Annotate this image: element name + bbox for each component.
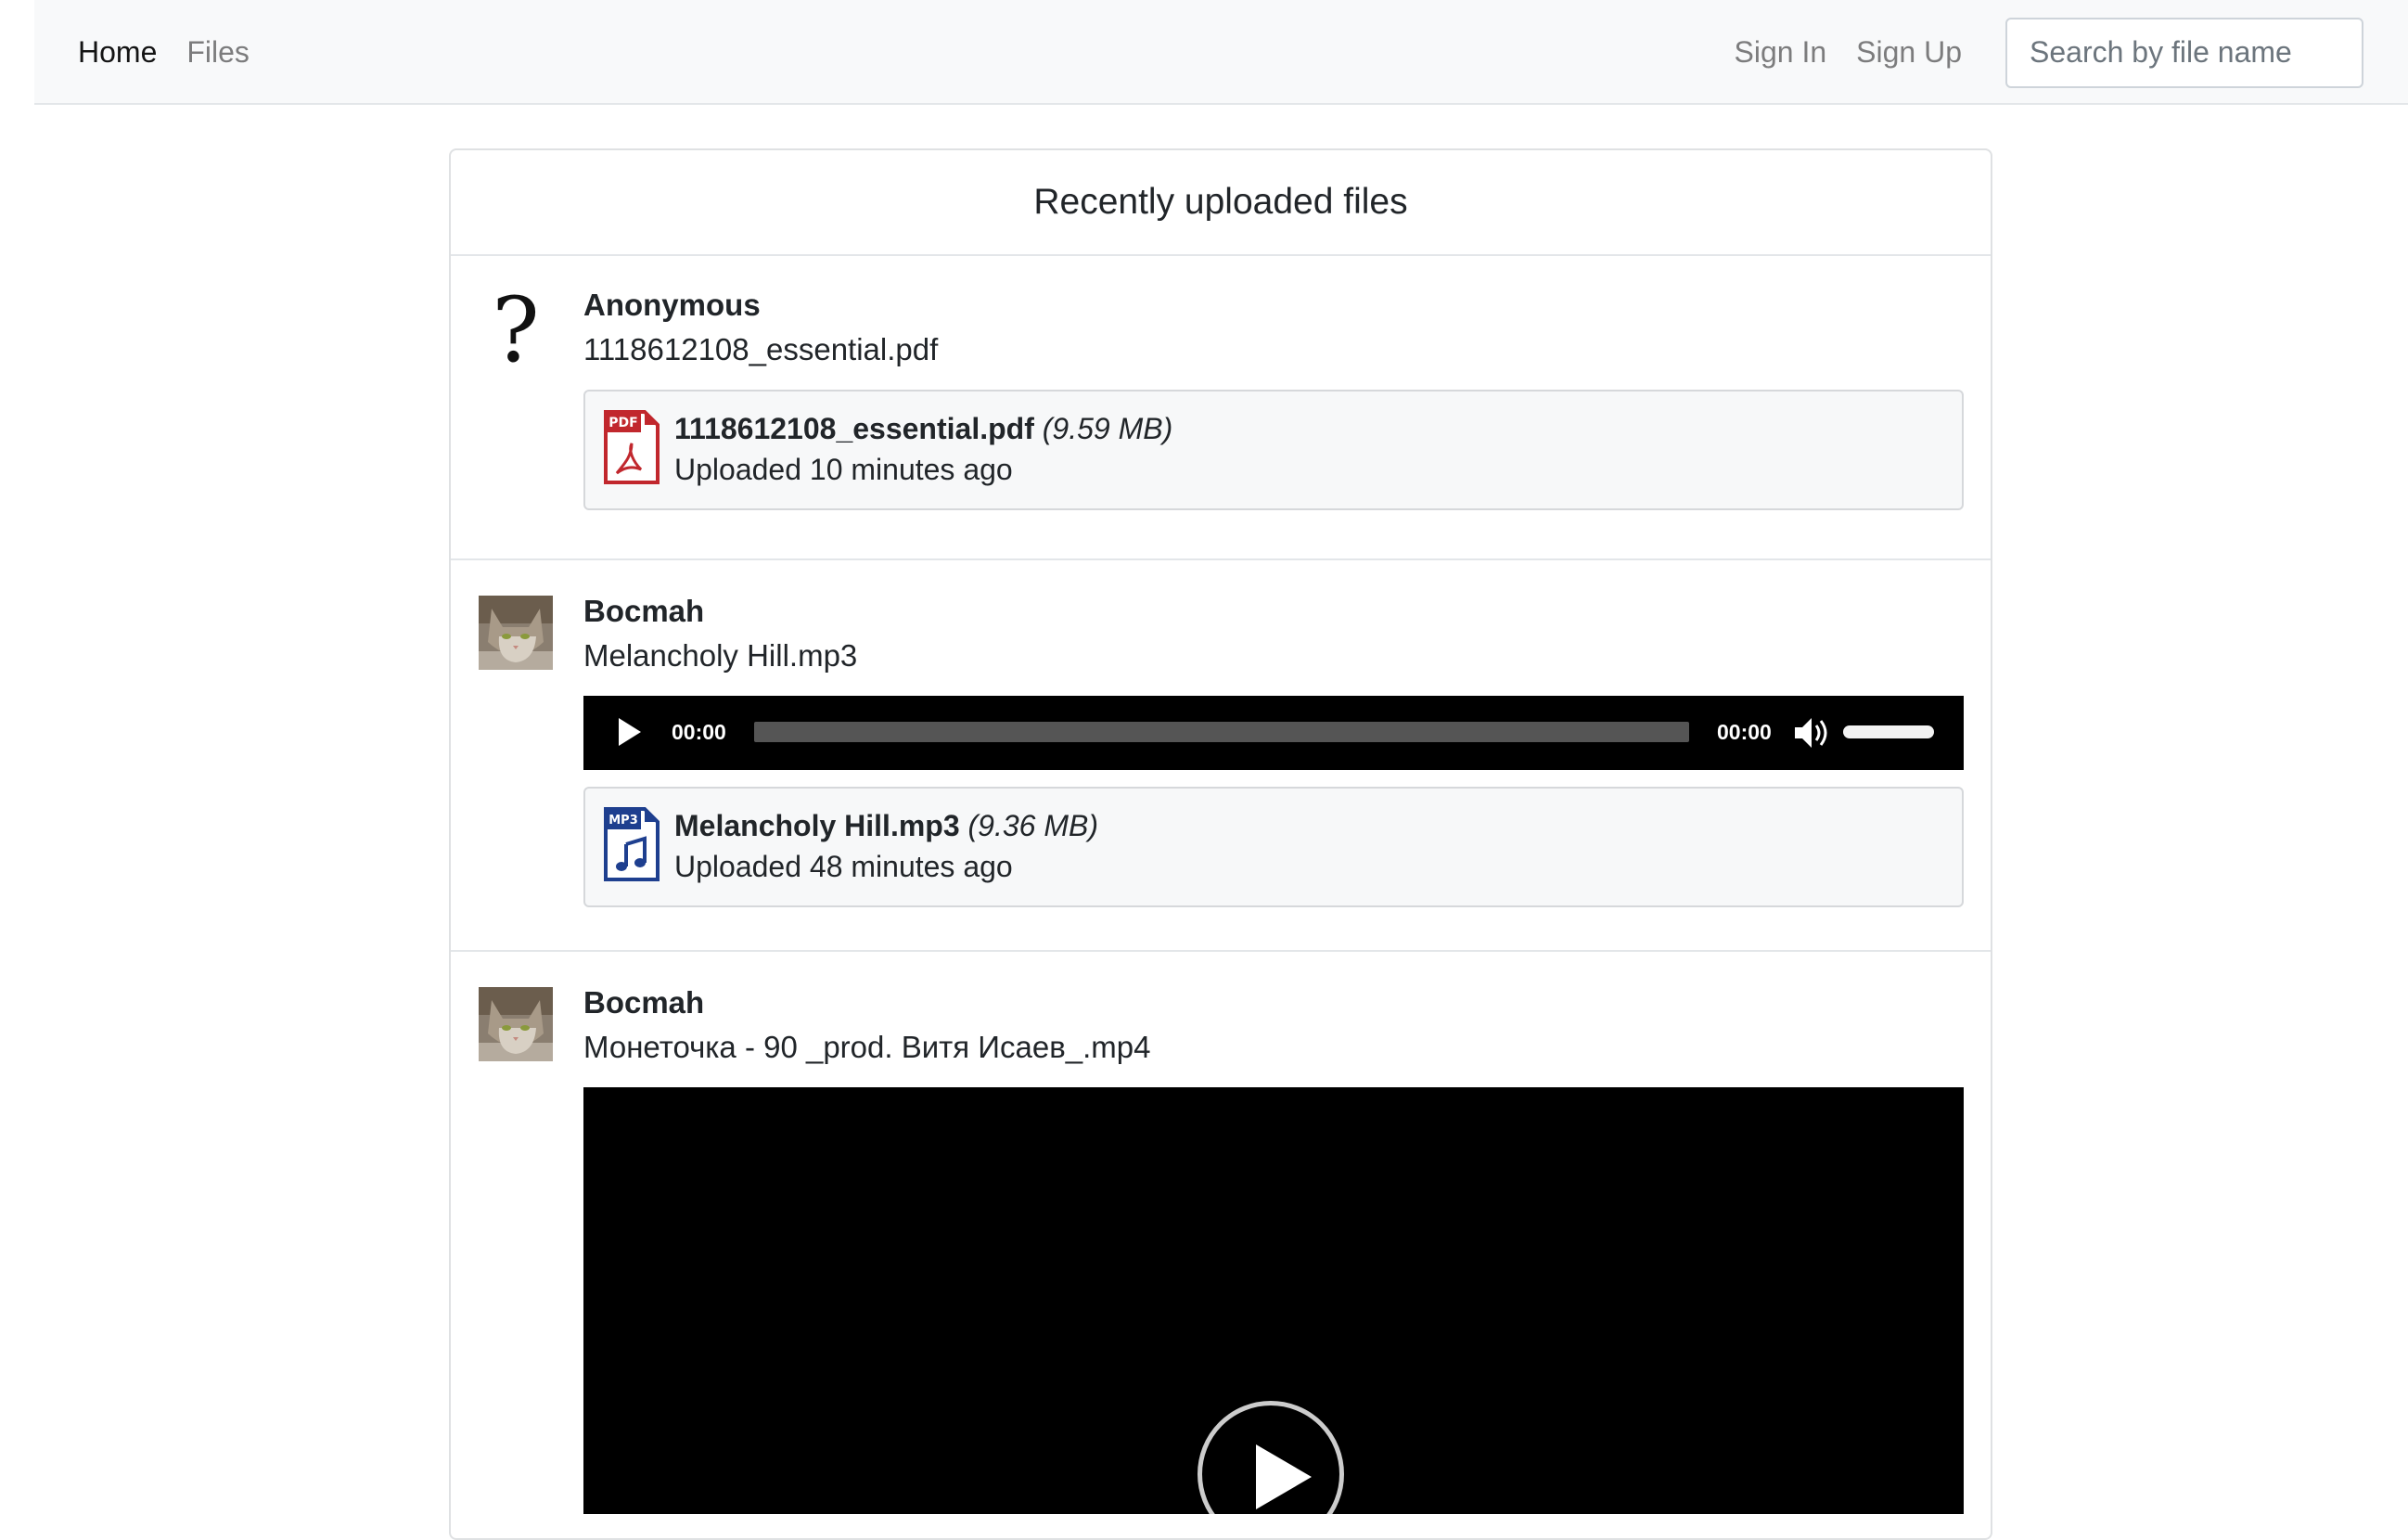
- attachment-title: Melancholy Hill.mp3 (9.36 MB): [674, 809, 1098, 843]
- video-player[interactable]: [583, 1087, 1964, 1514]
- attachment-size: (9.59 MB): [1042, 412, 1173, 445]
- post-username: Bocmah: [583, 594, 705, 628]
- audio-duration: 00:00: [1717, 720, 1772, 744]
- nav-home-link[interactable]: Home: [78, 35, 157, 70]
- volume-slider[interactable]: [1843, 725, 1934, 738]
- attachment-name[interactable]: Melancholy Hill.mp3: [674, 809, 960, 842]
- file-attachment[interactable]: PDF 1118612108_essential.pdf (9.59 MB) U…: [583, 390, 1964, 510]
- attachment-title: 1118612108_essential.pdf (9.59 MB): [674, 412, 1172, 446]
- user-avatar-cat-photo: [479, 596, 553, 670]
- audio-seek-bar[interactable]: [754, 722, 1689, 742]
- file-attachment[interactable]: MP3 Melancholy Hill.mp3 (9.36 MB) Upload…: [583, 787, 1964, 907]
- attachment-uploaded-time: Uploaded 10 minutes ago: [674, 453, 1013, 486]
- video-play-button-icon[interactable]: [1198, 1401, 1344, 1514]
- anonymous-avatar-question-icon: ?: [492, 278, 540, 382]
- post-username: Anonymous: [583, 288, 761, 322]
- attachment-name[interactable]: 1118612108_essential.pdf: [674, 412, 1034, 445]
- user-avatar-cat-photo: [479, 987, 553, 1061]
- file-post-item: ? Anonymous 1118612108_essential.pdf PDF…: [451, 256, 1991, 560]
- attachment-size: (9.36 MB): [967, 809, 1098, 842]
- sign-up-link[interactable]: Sign Up: [1856, 35, 1962, 70]
- svg-text:PDF: PDF: [608, 416, 637, 430]
- post-file-name: Melancholy Hill.mp3: [583, 638, 858, 673]
- nav-right: Sign In Sign Up: [1735, 0, 2363, 105]
- recent-files-card: Recently uploaded files ? Anonymous 1118…: [449, 148, 1992, 1540]
- audio-player: 00:00 00:00: [583, 696, 1964, 770]
- volume-icon[interactable]: [1793, 714, 1830, 751]
- post-file-name: 1118612108_essential.pdf: [583, 332, 939, 366]
- svg-text:MP3: MP3: [608, 814, 638, 828]
- play-icon[interactable]: [617, 716, 643, 748]
- mp3-file-icon: MP3: [604, 807, 660, 881]
- sign-in-link[interactable]: Sign In: [1735, 35, 1827, 70]
- nav-files-link[interactable]: Files: [186, 35, 250, 70]
- attachment-uploaded-time: Uploaded 48 minutes ago: [674, 850, 1013, 883]
- post-file-name: Монеточка - 90 _prod. Витя Исаев_.mp4: [583, 1030, 1151, 1064]
- navbar: Home Files Sign In Sign Up: [34, 0, 2408, 105]
- audio-current-time: 00:00: [672, 720, 726, 744]
- card-title: Recently uploaded files: [451, 150, 1991, 256]
- post-username: Bocmah: [583, 985, 705, 1020]
- file-post-item: Bocmah Melancholy Hill.mp3 00:00 00:00 M…: [451, 558, 1991, 952]
- nav-left: Home Files: [78, 0, 279, 105]
- search-input[interactable]: [2005, 17, 2363, 88]
- file-post-item: Bocmah Монеточка - 90 _prod. Витя Исаев_…: [451, 950, 1991, 1538]
- pdf-file-icon: PDF: [604, 410, 660, 484]
